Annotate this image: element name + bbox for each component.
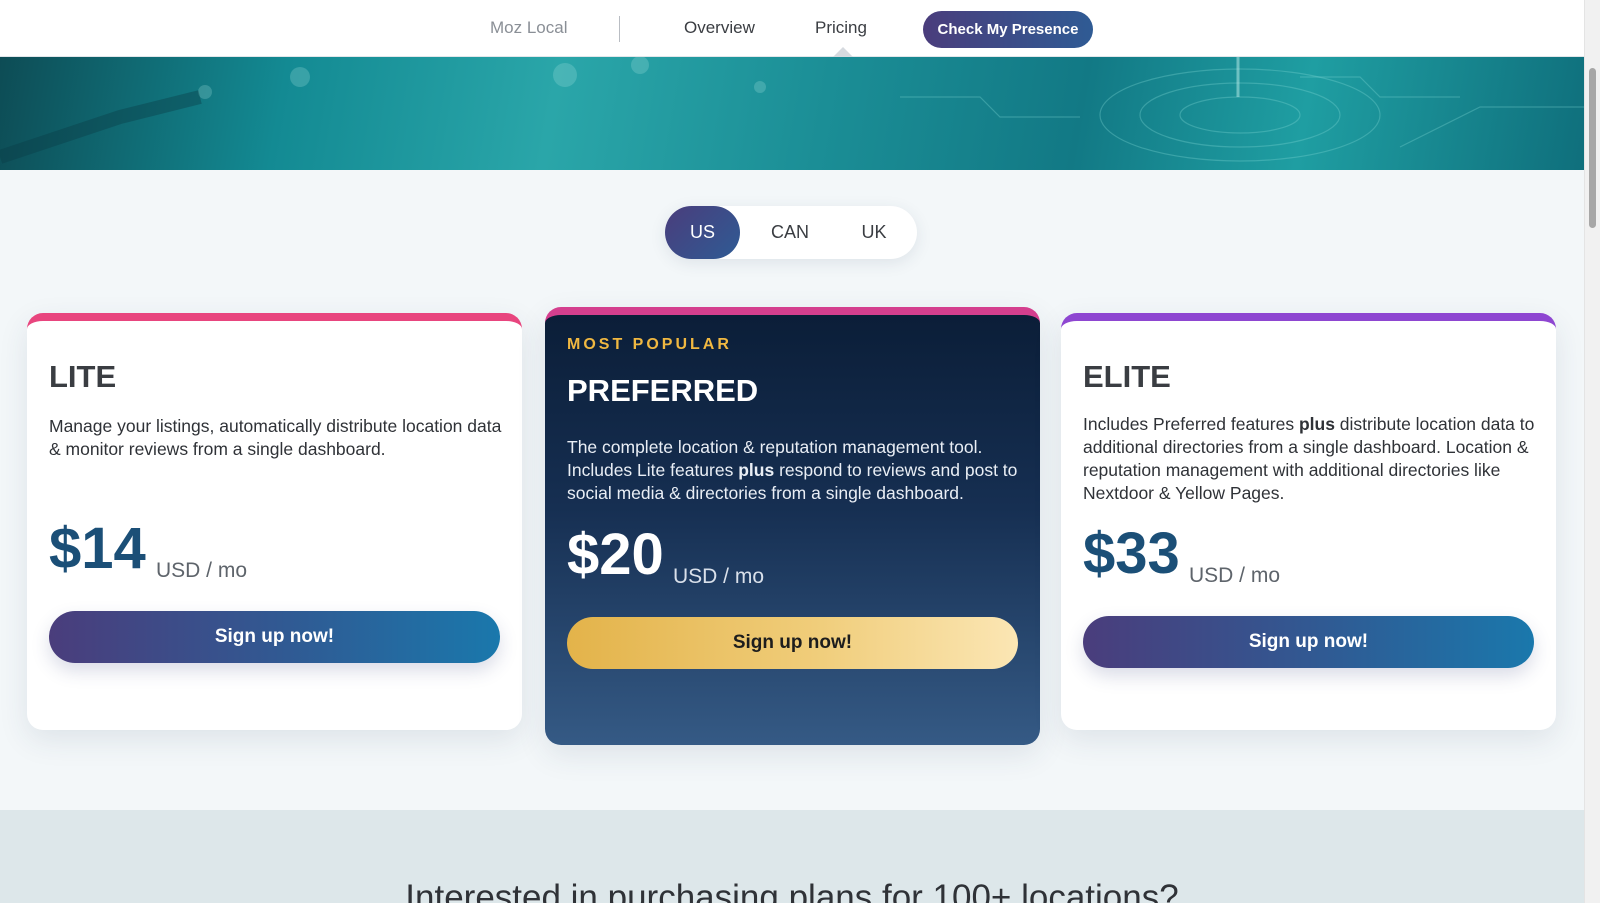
plan-name: PREFERRED [567, 373, 759, 408]
nav-divider [619, 16, 620, 42]
hero-decoration [0, 57, 1584, 164]
plan-description: Includes Preferred features plus distrib… [1083, 413, 1538, 505]
plan-price: $14 [49, 516, 146, 581]
region-uk-button[interactable]: UK [835, 206, 913, 259]
region-us-button[interactable]: US [665, 206, 740, 259]
scrollbar-thumb[interactable] [1589, 68, 1596, 228]
region-toggle: US CAN UK [665, 206, 917, 259]
nav-link-pricing[interactable]: Pricing [815, 18, 867, 38]
price-unit: USD / mo [673, 565, 765, 588]
desc-emphasis: plus [738, 460, 775, 480]
sign-up-button-preferred[interactable]: Sign up now! [567, 617, 1018, 669]
desc-text: Includes Preferred features [1083, 414, 1299, 434]
active-indicator-caret [833, 47, 853, 57]
sign-up-button-lite[interactable]: Sign up now! [49, 611, 500, 663]
enterprise-heading: Interested in purchasing plans for 100+ … [405, 878, 1179, 903]
plan-price: $33 [1083, 521, 1180, 586]
most-popular-badge: MOST POPULAR [567, 336, 732, 353]
price-unit: USD / mo [156, 559, 248, 582]
plan-card-elite: ELITE Includes Preferred features plus d… [1061, 313, 1556, 730]
top-nav: Moz Local Overview Pricing Check My Pres… [0, 0, 1584, 57]
region-can-button[interactable]: CAN [745, 206, 835, 259]
plan-card-preferred: MOST POPULAR PREFERRED The complete loca… [545, 307, 1040, 745]
hero-image [0, 57, 1584, 170]
plan-description: The complete location & reputation manag… [567, 436, 1022, 505]
plan-name: ELITE [1083, 359, 1171, 394]
check-my-presence-button[interactable]: Check My Presence [923, 11, 1093, 48]
plan-card-lite: LITE Manage your listings, automatically… [27, 313, 522, 730]
nav-brand[interactable]: Moz Local [490, 18, 567, 38]
plan-description: Manage your listings, automatically dist… [49, 416, 502, 459]
sign-up-button-elite[interactable]: Sign up now! [1083, 616, 1534, 668]
nav-link-overview[interactable]: Overview [684, 18, 755, 38]
plan-name: LITE [49, 359, 117, 394]
desc-emphasis: plus [1298, 414, 1335, 434]
plan-price: $20 [567, 522, 664, 587]
price-unit: USD / mo [1189, 564, 1281, 587]
